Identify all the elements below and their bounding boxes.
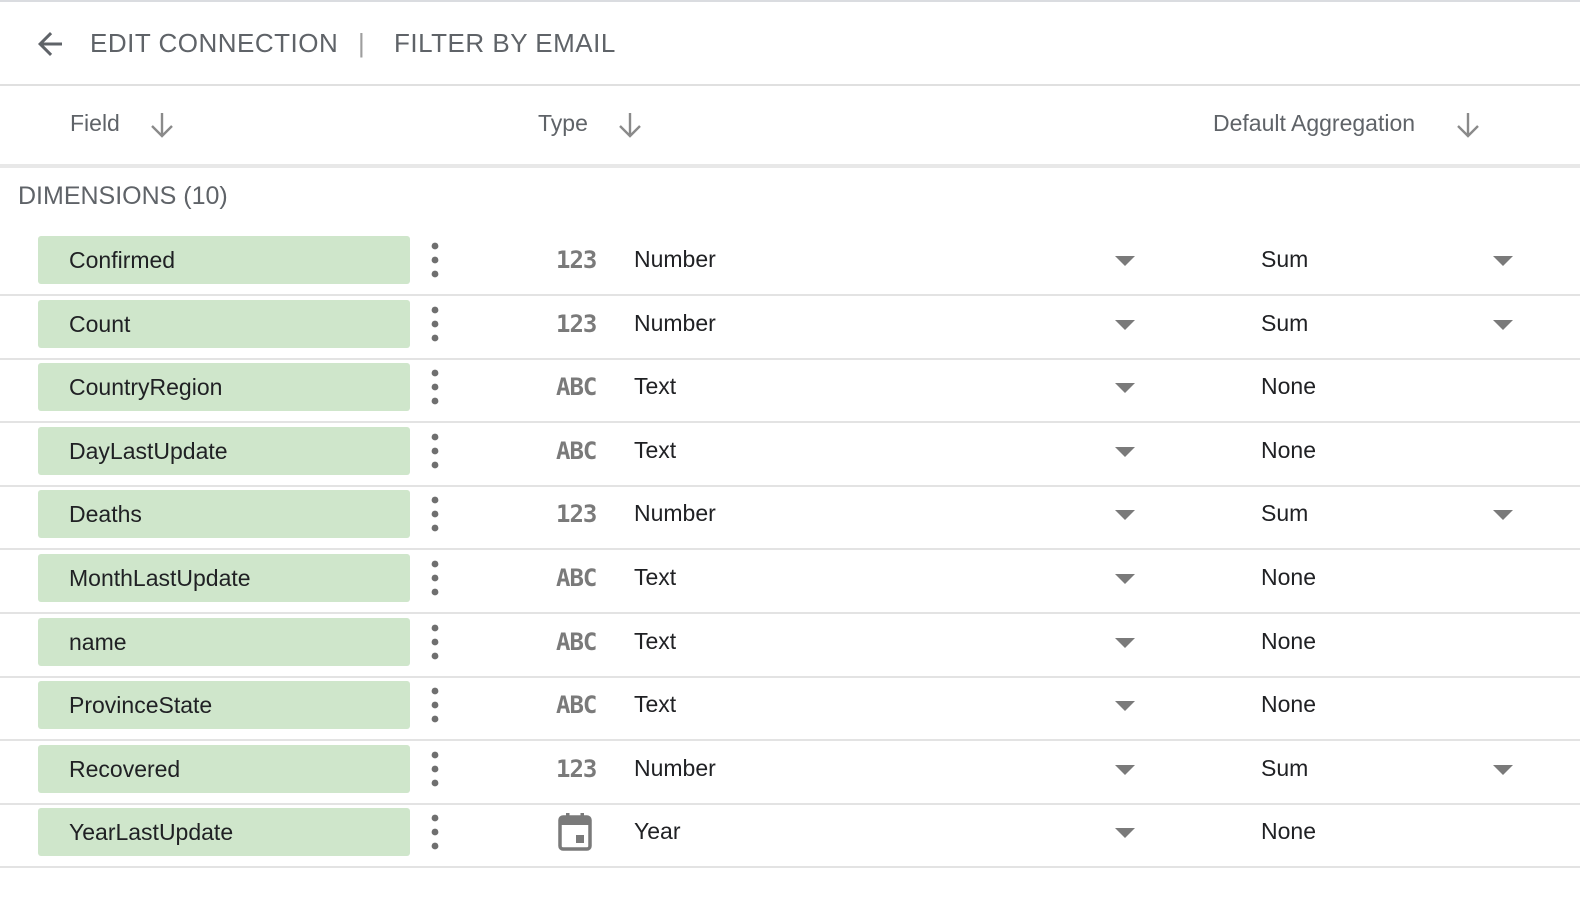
more-vert-icon[interactable] (424, 555, 446, 601)
type-select-value[interactable]: Number (634, 755, 716, 782)
table-row: Recovered 123 Number Sum (0, 740, 1580, 805)
page-header: EDIT CONNECTION | FILTER BY EMAIL (0, 2, 1580, 86)
field-chip[interactable]: Count (38, 299, 410, 348)
field-chip[interactable]: Confirmed (38, 236, 410, 284)
field-chip[interactable]: Deaths (38, 490, 410, 539)
type-dropdown-arrow-icon[interactable] (1112, 565, 1138, 591)
more-vert-icon[interactable] (424, 237, 446, 283)
type-select-value[interactable]: Year (634, 818, 680, 845)
aggregation-dropdown-arrow-icon[interactable] (1490, 756, 1516, 782)
table-row: YearLastUpdate Year None (0, 803, 1580, 869)
table-row: Count 123 Number Sum (0, 295, 1580, 360)
column-header-type[interactable]: Type (538, 110, 588, 137)
more-vert-icon[interactable] (424, 428, 446, 474)
aggregation-dropdown-arrow-icon[interactable] (1490, 501, 1516, 527)
arrow-down-icon[interactable] (1455, 110, 1481, 140)
field-chip[interactable]: Recovered (38, 744, 410, 793)
more-vert-icon[interactable] (424, 491, 446, 537)
text-type-icon: ABC (556, 691, 597, 720)
more-vert-icon[interactable] (424, 746, 446, 792)
dimensions-section-label: DIMENSIONS (10) (18, 182, 228, 210)
arrow-down-icon[interactable] (617, 110, 643, 140)
field-chip[interactable]: DayLastUpdate (38, 426, 410, 475)
table-row: Confirmed 123 Number Sum (0, 231, 1580, 296)
text-type-icon: ABC (556, 373, 597, 402)
type-select-value[interactable]: Text (634, 564, 676, 591)
table-row: Deaths 123 Number Sum (0, 485, 1580, 551)
type-select-value[interactable]: Number (634, 246, 716, 273)
table-row: ProvinceState ABC Text None (0, 676, 1580, 742)
type-select-value[interactable]: Text (634, 691, 676, 718)
type-dropdown-arrow-icon[interactable] (1112, 819, 1138, 845)
type-dropdown-arrow-icon[interactable] (1112, 311, 1138, 337)
aggregation-select-value[interactable]: Sum (1261, 500, 1308, 527)
type-select-value[interactable]: Number (634, 500, 716, 527)
number-type-icon: 123 (556, 500, 597, 529)
aggregation-dropdown-arrow-icon[interactable] (1490, 311, 1516, 337)
type-select-value[interactable]: Text (634, 628, 676, 655)
type-dropdown-arrow-icon[interactable] (1112, 756, 1138, 782)
aggregation-select-value: None (1261, 564, 1316, 590)
type-dropdown-arrow-icon[interactable] (1112, 438, 1138, 464)
aggregation-select-value[interactable]: Sum (1261, 246, 1308, 273)
aggregation-select-value: None (1261, 818, 1316, 845)
aggregation-dropdown-arrow-icon[interactable] (1490, 247, 1516, 273)
field-chip[interactable]: CountryRegion (38, 363, 410, 412)
number-type-icon: 123 (556, 309, 597, 338)
type-dropdown-arrow-icon[interactable] (1112, 374, 1138, 400)
aggregation-select-value[interactable]: Sum (1261, 310, 1308, 337)
column-header-default-aggregation[interactable]: Default Aggregation (1213, 110, 1415, 137)
field-chip[interactable]: name (38, 617, 410, 666)
aggregation-select-value: None (1261, 691, 1316, 718)
aggregation-select-value: None (1261, 627, 1316, 654)
table-row: DayLastUpdate ABC Text None (0, 422, 1580, 487)
edit-connection-link[interactable]: EDIT CONNECTION (90, 28, 338, 59)
filter-by-email-link[interactable]: FILTER BY EMAIL (394, 28, 616, 59)
header-separator: | (358, 28, 366, 58)
table-row: MonthLastUpdate ABC Text None (0, 549, 1580, 614)
more-vert-icon[interactable] (424, 364, 446, 410)
arrow-back-icon (38, 32, 62, 56)
type-select-value[interactable]: Text (634, 373, 676, 400)
table-row: CountryRegion ABC Text None (0, 358, 1580, 424)
aggregation-select-value: None (1261, 436, 1316, 463)
back-button[interactable] (28, 24, 72, 64)
more-vert-icon[interactable] (424, 619, 446, 665)
field-chip[interactable]: ProvinceState (38, 681, 410, 730)
text-type-icon: ABC (556, 564, 597, 592)
number-type-icon: 123 (556, 754, 597, 783)
more-vert-icon[interactable] (424, 301, 446, 347)
calendar-icon (558, 813, 592, 852)
type-dropdown-arrow-icon[interactable] (1112, 247, 1138, 273)
type-dropdown-arrow-icon[interactable] (1112, 692, 1138, 718)
field-chip[interactable]: MonthLastUpdate (38, 554, 410, 602)
text-type-icon: ABC (556, 627, 597, 656)
more-vert-icon[interactable] (424, 682, 446, 728)
aggregation-select-value[interactable]: Sum (1261, 755, 1308, 782)
type-dropdown-arrow-icon[interactable] (1112, 629, 1138, 655)
field-chip[interactable]: YearLastUpdate (38, 808, 410, 857)
type-select-value[interactable]: Text (634, 437, 676, 464)
text-type-icon: ABC (556, 436, 597, 465)
aggregation-select-value: None (1261, 373, 1316, 400)
number-type-icon: 123 (556, 246, 597, 274)
type-select-value[interactable]: Number (634, 310, 716, 337)
arrow-down-icon[interactable] (149, 110, 175, 140)
more-vert-icon[interactable] (424, 809, 446, 855)
column-headers: Field Type Default Aggregation (0, 86, 1580, 168)
table-row: name ABC Text None (0, 613, 1580, 678)
type-dropdown-arrow-icon[interactable] (1112, 501, 1138, 527)
column-header-field[interactable]: Field (70, 110, 120, 137)
